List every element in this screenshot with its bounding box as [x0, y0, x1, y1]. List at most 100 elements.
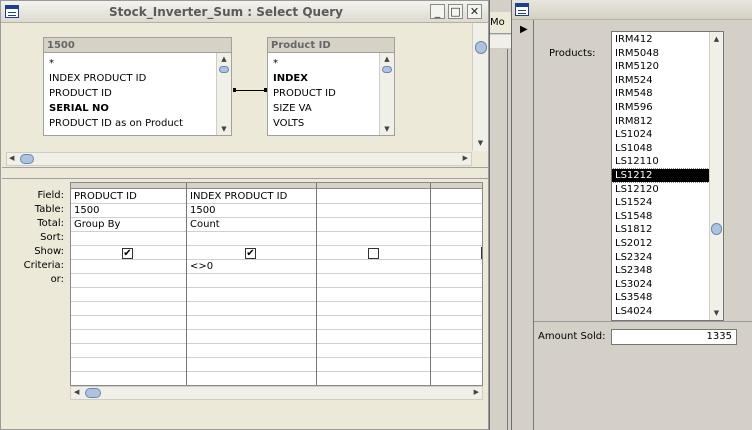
product-list-item[interactable]: LS12120	[612, 183, 709, 196]
grid-or-cell[interactable]	[187, 274, 316, 288]
field-item[interactable]: SERIAL NO	[49, 101, 109, 116]
product-list-item[interactable]: LS3548	[612, 291, 709, 304]
grid-field-cell[interactable]: INDEX PRODUCT ID	[187, 190, 316, 204]
grid-sort-cell[interactable]	[71, 232, 186, 246]
scroll-thumb[interactable]	[20, 154, 34, 164]
products-listbox[interactable]: IRM412 IRM5048 IRM5120 IRM524 IRM548 IRM596 IR…	[611, 31, 724, 321]
product-list-item[interactable]: LS1548	[612, 210, 709, 223]
column-selector[interactable]	[71, 183, 186, 189]
grid-sort-cell[interactable]	[187, 232, 316, 246]
grid-or-cell[interactable]	[71, 274, 186, 288]
table-pane-hscrollbar[interactable]: ◀ ▶	[6, 152, 472, 166]
product-list-item[interactable]: LS2348	[612, 264, 709, 277]
scroll-thumb[interactable]	[711, 223, 722, 235]
product-list-item[interactable]: LS1212	[612, 168, 710, 183]
table-product-id-header[interactable]: Product ID	[267, 37, 395, 52]
product-list-item[interactable]: LS4024	[612, 305, 709, 318]
scroll-left-icon[interactable]: ◀	[9, 154, 14, 162]
grid-table-cell[interactable]: 1500	[187, 204, 316, 218]
field-list-scrollbar[interactable]: ▲ ▼	[379, 53, 394, 135]
column-selector[interactable]	[317, 183, 430, 189]
scroll-left-icon[interactable]: ◀	[74, 388, 79, 396]
form-window-icon[interactable]	[515, 3, 529, 16]
scroll-right-icon[interactable]: ▶	[474, 388, 479, 396]
background-window[interactable]: Mo	[489, 0, 511, 430]
product-list-item[interactable]: IRM5120	[612, 60, 709, 73]
scroll-thumb[interactable]	[219, 66, 229, 73]
field-list-scrollbar[interactable]: ▲ ▼	[216, 53, 231, 135]
grid-total-cell[interactable]: Group By	[71, 218, 186, 232]
product-list-item[interactable]: IRM548	[612, 87, 709, 100]
product-list-item[interactable]: IRM812	[612, 115, 709, 128]
product-list-item[interactable]: LS1524	[612, 196, 709, 209]
products-scrollbar[interactable]: ▲ ▼	[709, 32, 723, 320]
scroll-down-icon[interactable]: ▼	[380, 125, 394, 133]
field-item[interactable]: INDEX	[273, 71, 308, 86]
field-item[interactable]: *	[273, 56, 278, 71]
product-list-item[interactable]: IRM5048	[612, 47, 709, 60]
field-item[interactable]: VOLTS	[273, 116, 304, 131]
scroll-up-icon[interactable]: ▲	[710, 35, 723, 43]
product-list-item[interactable]: IRM596	[612, 101, 709, 114]
grid-field-cell[interactable]	[317, 190, 430, 204]
pane-splitter[interactable]	[2, 167, 488, 179]
product-list-item[interactable]: LS3024	[612, 278, 709, 291]
field-item[interactable]: PRODUCT ID	[49, 86, 112, 101]
scroll-thumb[interactable]	[382, 66, 392, 73]
query-window-titlebar[interactable]: Stock_Inverter_Sum : Select Query _ □ ✕	[1, 1, 488, 23]
close-button[interactable]: ✕	[467, 4, 482, 19]
show-checkbox[interactable]	[368, 248, 379, 259]
product-list-item[interactable]: IRM412	[612, 33, 709, 46]
table-1500-field-list: * INDEX PRODUCT ID PRODUCT ID SERIAL NO …	[43, 52, 232, 136]
query-design-grid: PRODUCT ID 1500 Group By ✔ INDEX PRODUCT…	[70, 182, 483, 386]
table-pane-vscrollbar[interactable]: ▼	[472, 23, 488, 151]
scroll-down-icon[interactable]: ▼	[473, 139, 488, 147]
form-window-titlebar[interactable]	[512, 0, 752, 20]
scroll-thumb[interactable]	[85, 388, 101, 398]
scroll-down-icon[interactable]: ▼	[710, 309, 723, 317]
field-item[interactable]: PRODUCT ID as on Product	[49, 116, 183, 131]
amount-sold-field[interactable]: 1335	[611, 329, 737, 345]
grid-total-cell[interactable]: Count	[187, 218, 316, 232]
column-selector[interactable]	[187, 183, 316, 189]
grid-criteria-cell[interactable]	[71, 260, 186, 274]
scroll-thumb[interactable]	[475, 41, 487, 54]
grid-table-cell[interactable]: 1500	[71, 204, 186, 218]
product-list-item[interactable]: LS2012	[612, 237, 709, 250]
query-design-window: Stock_Inverter_Sum : Select Query _ □ ✕ …	[0, 0, 489, 430]
maximize-button[interactable]: □	[448, 4, 463, 19]
field-item[interactable]: SIZE VA	[273, 101, 312, 116]
product-list-item[interactable]: IRM524	[612, 74, 709, 87]
product-list-item[interactable]: LS1048	[612, 142, 709, 155]
column-selector[interactable]	[431, 183, 482, 189]
show-checkbox[interactable]: ✔	[245, 248, 256, 259]
scroll-right-icon[interactable]: ▶	[463, 154, 468, 162]
grid-criteria-cell[interactable]: <>0	[187, 260, 316, 274]
scroll-down-icon[interactable]: ▼	[217, 125, 231, 133]
scroll-up-icon[interactable]: ▲	[217, 55, 231, 63]
grid-field-cell[interactable]: PRODUCT ID	[71, 190, 186, 204]
field-item[interactable]: *	[49, 56, 54, 71]
record-pointer-icon: ▶	[520, 24, 528, 35]
table-1500-header[interactable]: 1500	[43, 37, 232, 52]
grid-field-cell[interactable]	[431, 190, 482, 204]
field-item[interactable]: PRODUCT ID	[273, 86, 336, 101]
minimize-button[interactable]: _	[430, 4, 445, 19]
scroll-up-icon[interactable]: ▲	[380, 55, 394, 63]
product-list-item[interactable]: LS1024	[612, 128, 709, 141]
product-list-item[interactable]: LS12110	[612, 155, 709, 168]
background-window-title: Mo	[490, 12, 511, 34]
background-window-row	[490, 35, 511, 49]
field-item[interactable]: INDEX PRODUCT ID	[49, 71, 146, 86]
query-window-icon[interactable]	[5, 5, 19, 18]
product-list-item[interactable]: LS2324	[612, 251, 709, 264]
row-label-total: Total:	[37, 218, 64, 229]
record-selector[interactable]: ▶	[512, 20, 534, 430]
show-checkbox[interactable]: ✔	[122, 248, 133, 259]
grid-hscrollbar[interactable]: ◀ ▶	[70, 386, 483, 400]
product-list-item[interactable]: LS1812	[612, 223, 709, 236]
query-window-title: Stock_Inverter_Sum : Select Query	[109, 5, 343, 19]
join-line[interactable]	[234, 90, 266, 91]
row-label-field: Field:	[37, 190, 64, 201]
row-label-table: Table:	[34, 204, 64, 215]
